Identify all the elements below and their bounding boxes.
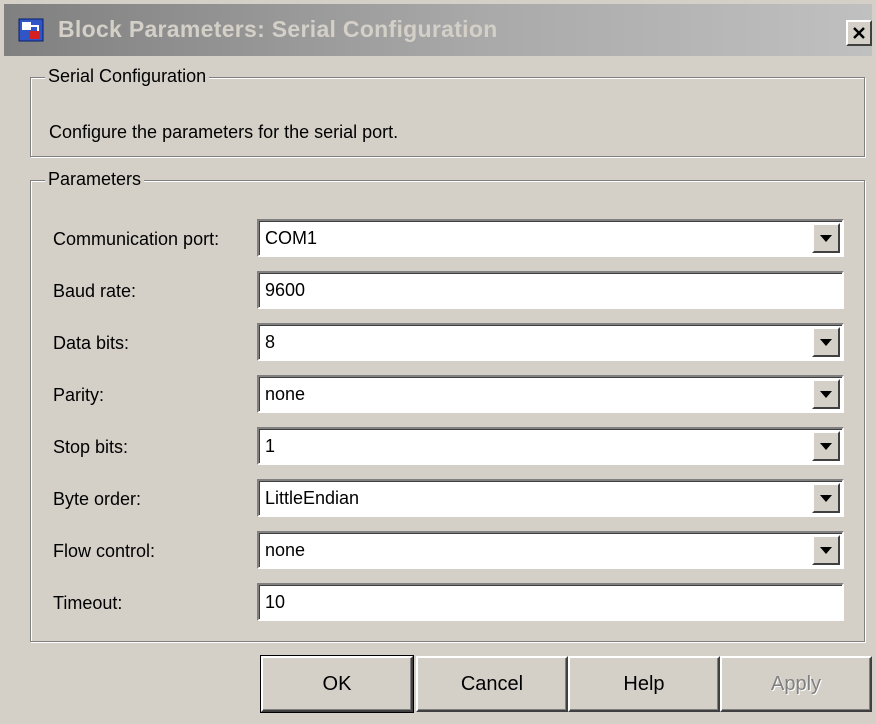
communication-port-dropdown[interactable]: COM1 — [257, 219, 844, 257]
flow-control-value: none — [265, 540, 306, 560]
help-button[interactable]: Help — [568, 656, 720, 712]
parity-dropdown-button[interactable] — [812, 379, 840, 409]
byte-order-value: LittleEndian — [265, 488, 360, 508]
data-bits-value: 8 — [265, 332, 276, 352]
stop-bits-dropdown[interactable]: 1 — [257, 427, 844, 465]
flow-control-label: Flow control: — [53, 541, 156, 561]
parity-label: Parity: — [53, 385, 105, 405]
data-bits-dropdown-button[interactable] — [812, 327, 840, 357]
block-parameters-dialog: Block Parameters: Serial Configuration S… — [0, 0, 876, 724]
close-button[interactable] — [846, 20, 872, 46]
baud-rate-label: Baud rate: — [53, 281, 137, 301]
simulink-block-icon — [18, 18, 44, 42]
chevron-down-icon — [820, 234, 832, 242]
close-icon — [853, 27, 865, 39]
description-group-title: Serial Configuration — [45, 66, 210, 87]
parity-dropdown[interactable]: none — [257, 375, 844, 413]
ok-button[interactable]: OK — [260, 655, 414, 713]
communication-port-dropdown-button[interactable] — [812, 223, 840, 253]
timeout-value: 10 — [265, 592, 286, 612]
timeout-label: Timeout: — [53, 593, 123, 613]
communication-port-value: COM1 — [265, 228, 318, 248]
parameters-group-title: Parameters — [45, 169, 145, 190]
timeout-input[interactable]: 10 — [257, 583, 844, 621]
parity-value: none — [265, 384, 306, 404]
data-bits-label: Data bits: — [53, 333, 130, 353]
cancel-button[interactable]: Cancel — [416, 656, 568, 712]
chevron-down-icon — [820, 390, 832, 398]
flow-control-dropdown-button[interactable] — [812, 535, 840, 565]
stop-bits-dropdown-button[interactable] — [812, 431, 840, 461]
flow-control-dropdown[interactable]: none — [257, 531, 844, 569]
chevron-down-icon — [820, 442, 832, 450]
chevron-down-icon — [820, 546, 832, 554]
baud-rate-value: 9600 — [265, 280, 306, 300]
title-bar[interactable]: Block Parameters: Serial Configuration — [4, 4, 872, 56]
description-text: Configure the parameters for the serial … — [49, 122, 399, 142]
byte-order-label: Byte order: — [53, 489, 142, 509]
byte-order-dropdown-button[interactable] — [812, 483, 840, 513]
chevron-down-icon — [820, 494, 832, 502]
apply-button[interactable]: Apply — [720, 656, 872, 712]
byte-order-dropdown[interactable]: LittleEndian — [257, 479, 844, 517]
chevron-down-icon — [820, 338, 832, 346]
data-bits-dropdown[interactable]: 8 — [257, 323, 844, 361]
stop-bits-label: Stop bits: — [53, 437, 129, 457]
baud-rate-input[interactable]: 9600 — [257, 271, 844, 309]
window-title: Block Parameters: Serial Configuration — [58, 16, 498, 42]
communication-port-label: Communication port: — [53, 229, 220, 249]
stop-bits-value: 1 — [265, 436, 276, 456]
description-group: Serial Configuration Configure the param… — [30, 66, 865, 157]
